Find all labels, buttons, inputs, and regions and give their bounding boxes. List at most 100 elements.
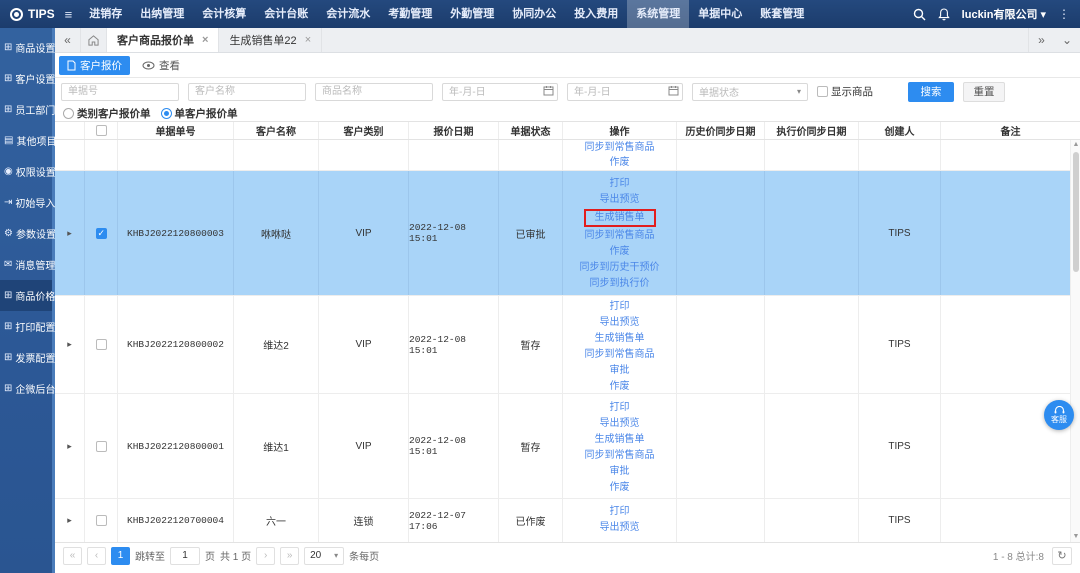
- tab-menu-icon[interactable]: ⌄: [1054, 28, 1080, 52]
- op-approve-link[interactable]: 审批: [563, 363, 676, 379]
- op-export-preview-link[interactable]: 导出预览: [563, 416, 676, 432]
- product-name-input[interactable]: [315, 82, 433, 101]
- sidebar-item-print-config[interactable]: ⊞ 打印配置: [0, 311, 55, 342]
- vertical-scrollbar[interactable]: ▲ ▼: [1070, 140, 1080, 542]
- top-menu-item[interactable]: 会计流水: [317, 0, 379, 28]
- doc-no-input[interactable]: [61, 82, 179, 101]
- op-sync-regular-goods-link[interactable]: 同步到常售商品: [563, 347, 676, 363]
- customer-service-bubble[interactable]: 客服: [1044, 400, 1074, 430]
- home-icon[interactable]: [81, 28, 107, 52]
- checkbox-checked-icon[interactable]: [95, 227, 107, 239]
- hamburger-icon[interactable]: ≡: [65, 7, 73, 22]
- prev-page-button[interactable]: ‹: [87, 546, 106, 565]
- goto-page-input[interactable]: [170, 546, 200, 565]
- checkbox-icon[interactable]: [95, 515, 107, 526]
- op-export-preview-link[interactable]: 导出预览: [563, 520, 676, 536]
- op-generate-sales-order-link[interactable]: 生成销售单: [595, 211, 645, 225]
- show-product-checkbox[interactable]: 显示商品: [817, 84, 873, 99]
- top-menu-item[interactable]: 出纳管理: [131, 0, 193, 28]
- tab-customer-quote[interactable]: 客户商品报价单 ×: [107, 28, 220, 52]
- radio-icon[interactable]: [160, 107, 172, 119]
- sidebar-item-goods-price[interactable]: ⊞ 商品价格: [0, 280, 55, 311]
- end-date-field[interactable]: [567, 82, 683, 102]
- bell-icon[interactable]: [937, 7, 950, 21]
- end-date-input[interactable]: [567, 83, 683, 102]
- op-sync-regular-goods-link[interactable]: 同步到常售商品: [563, 448, 676, 464]
- more-options-icon[interactable]: ⋮: [1058, 7, 1070, 21]
- table-row[interactable]: ▸ KHBJ2022120700004 六一 连锁 2022-12-07 17:…: [55, 499, 1080, 542]
- expand-row-icon[interactable]: ▸: [67, 339, 72, 350]
- op-generate-sales-order-link[interactable]: 生成销售单: [563, 331, 676, 347]
- top-menu-item[interactable]: 考勤管理: [379, 0, 441, 28]
- table-row[interactable]: ▸ KHBJ2022120800001 维达1 VIP 2022-12-08 1…: [55, 394, 1080, 499]
- op-print-link[interactable]: 打印: [563, 504, 676, 520]
- expand-row-icon[interactable]: ▸: [67, 515, 72, 526]
- checkbox-icon[interactable]: [95, 339, 107, 350]
- op-sync-regular-goods-link[interactable]: 同步到常售商品: [563, 228, 676, 244]
- op-void-link[interactable]: 作废: [563, 244, 676, 260]
- op-approve-link[interactable]: 审批: [563, 464, 676, 480]
- current-page-button[interactable]: 1: [111, 546, 130, 565]
- op-void-link[interactable]: 作废: [563, 480, 676, 496]
- op-print-link[interactable]: 打印: [563, 299, 676, 315]
- radio-category-quote[interactable]: 类别客户报价单: [63, 106, 151, 121]
- customer-name-input[interactable]: [188, 82, 306, 101]
- op-print-link[interactable]: 打印: [563, 176, 676, 192]
- top-menu-item[interactable]: 单据中心: [689, 0, 751, 28]
- radio-icon[interactable]: [63, 107, 74, 119]
- page-size-select[interactable]: 20 ▾: [304, 546, 345, 565]
- sidebar-item-wecom-backend[interactable]: ⊞ 企微后台: [0, 373, 55, 404]
- sidebar-item-permissions[interactable]: ◉ 权限设置: [0, 156, 56, 187]
- op-export-preview-link[interactable]: 导出预览: [563, 192, 676, 208]
- expand-tabs-icon[interactable]: »: [1028, 28, 1054, 52]
- select-all-checkbox[interactable]: [85, 122, 118, 139]
- last-page-button[interactable]: »: [280, 546, 300, 565]
- search-icon[interactable]: [913, 8, 926, 21]
- sidebar-item-initial-import[interactable]: ⇥ 初始导入: [0, 187, 55, 218]
- sidebar-item-staff-dept[interactable]: ⊞ 员工部门: [0, 94, 55, 125]
- first-page-button[interactable]: «: [63, 546, 82, 565]
- top-menu-item[interactable]: 进销存: [80, 0, 131, 28]
- new-quote-button[interactable]: 客户报价: [59, 55, 130, 75]
- top-menu-item[interactable]: 会计核算: [193, 0, 255, 28]
- op-export-preview-link[interactable]: 导出预览: [563, 315, 676, 331]
- sidebar-item-goods-settings[interactable]: ⊞ 商品设置: [0, 32, 55, 63]
- start-date-input[interactable]: [442, 83, 558, 102]
- close-icon[interactable]: ×: [202, 34, 208, 46]
- checkbox-icon[interactable]: [95, 125, 107, 136]
- close-icon[interactable]: ×: [305, 34, 311, 46]
- op-sync-history-price-link[interactable]: 同步到历史干预价: [563, 260, 676, 276]
- top-menu-item[interactable]: 协同办公: [503, 0, 565, 28]
- table-row[interactable]: ▸ KHBJ2022120800003 咻咻哒 VIP 2022-12-08 1…: [55, 171, 1080, 296]
- sidebar-item-invoice-config[interactable]: ⊞ 发票配置: [0, 342, 55, 373]
- top-menu-item[interactable]: 会计台账: [255, 0, 317, 28]
- op-sync-exec-price-link[interactable]: 同步到执行价: [563, 276, 676, 292]
- top-menu-item[interactable]: 外勤管理: [441, 0, 503, 28]
- scrollbar-thumb[interactable]: [1072, 152, 1079, 272]
- op-void-link[interactable]: 作废: [563, 155, 676, 170]
- expand-row-icon[interactable]: ▸: [67, 228, 72, 239]
- top-menu-item-active[interactable]: 系统管理: [627, 0, 690, 28]
- checkbox-icon[interactable]: [95, 440, 107, 452]
- sidebar-item-parameters[interactable]: ⚙ 参数设置: [0, 218, 56, 249]
- search-button[interactable]: 搜索: [908, 81, 954, 102]
- reset-button[interactable]: 重置: [963, 81, 1005, 102]
- next-page-button[interactable]: ›: [256, 546, 276, 565]
- top-menu-item[interactable]: 投入费用: [565, 0, 627, 28]
- view-button[interactable]: 查看: [142, 58, 180, 73]
- op-void-link[interactable]: 作废: [563, 379, 676, 393]
- tab-generate-sales-order[interactable]: 生成销售单22 ×: [219, 28, 323, 52]
- start-date-field[interactable]: [442, 82, 558, 102]
- expand-row-icon[interactable]: ▸: [67, 441, 72, 452]
- status-select[interactable]: 单据状态 ▾: [692, 82, 808, 101]
- sidebar-item-messages[interactable]: ✉ 消息管理: [0, 249, 55, 280]
- collapse-tabs-icon[interactable]: «: [55, 28, 81, 52]
- op-sync-regular-goods-link[interactable]: 同步到常售商品: [563, 140, 676, 155]
- top-menu-item[interactable]: 账套管理: [751, 0, 813, 28]
- radio-single-customer-quote[interactable]: 单客户报价单: [160, 106, 238, 121]
- table-row[interactable]: ▸ KHBJ2022120800002 维达2 VIP 2022-12-08 1…: [55, 296, 1080, 394]
- op-print-link[interactable]: 打印: [563, 400, 676, 416]
- company-dropdown[interactable]: luckin有限公司 ▾: [962, 6, 1046, 22]
- checkbox-icon[interactable]: [817, 86, 828, 97]
- refresh-icon[interactable]: ↻: [1052, 546, 1072, 565]
